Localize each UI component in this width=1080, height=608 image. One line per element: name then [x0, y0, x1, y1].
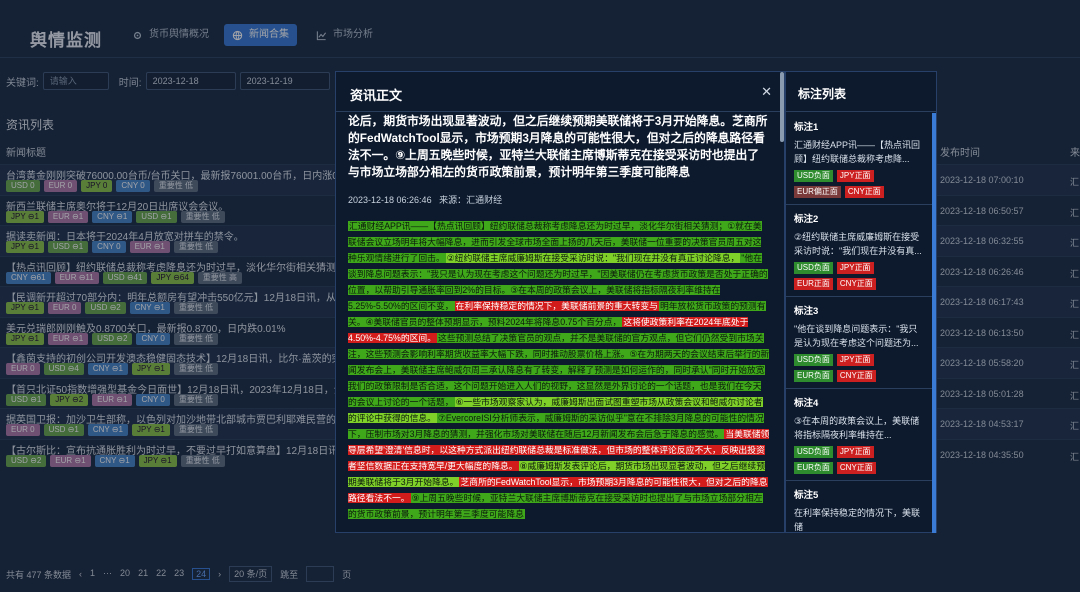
sentiment-chip[interactable]: CNY正面	[836, 462, 876, 474]
annotation-title: 标注列表	[798, 87, 847, 101]
annotation-text: 汇通财经APP讯——【热点讯回顾】纽约联储总裁称考虑降...	[794, 140, 921, 164]
sentiment-chip[interactable]: EUR正面	[794, 278, 833, 290]
app-window: 舆情监测 货币舆情概况 新闻合集 市场分析 关键词: 请输入 时间: 2023-…	[0, 0, 1080, 592]
annotation-panel: 标注列表 标注1 汇通财经APP讯——【热点讯回顾】纽约联储总裁称考虑降... US…	[785, 71, 937, 533]
dialog-body[interactable]: 论后，期货市场出现显著波动，但之后继续预期美联储将于3月开始降息。芝商所的Fed…	[336, 113, 782, 533]
annotation-name: 标注2	[794, 214, 819, 225]
annotation-scrollbar[interactable]	[932, 113, 936, 533]
annotated-segment[interactable]: 在利率保持稳定的情况下，美联储前景的重大转变与	[454, 301, 659, 311]
annotation-name: 标注5	[794, 490, 819, 501]
article-source: 来源：汇通财经	[439, 195, 503, 205]
dialog-scrollbar[interactable]	[780, 72, 784, 492]
sentiment-chip[interactable]: JPY正面	[836, 446, 874, 458]
annotation-text: 在利率保持稳定的情况下，美联储	[794, 508, 921, 532]
annotation-header: 标注列表	[786, 72, 936, 112]
annotation-name: 标注3	[794, 306, 819, 317]
annotation-text: ③在本周的政策会议上，美联储将指标隔夜利率维持在...	[794, 416, 920, 440]
annotation-name: 标注1	[794, 122, 819, 133]
article-meta: 2023-12-18 06:26:46 来源：汇通财经	[348, 193, 770, 206]
sentiment-chip[interactable]: USD负面	[794, 354, 833, 366]
annotation-chips: USD负面 JPY正面 EUR偏正面 CNY正面	[794, 170, 894, 198]
annotated-segment[interactable]: ⑨上周五晚些时候，亚特兰大联储主席博斯蒂克在接受采访时也提出了与市场立场部分相左…	[348, 493, 763, 519]
annotation-card[interactable]: 标注5 在利率保持稳定的情况下，美联储	[786, 481, 934, 533]
annotation-chips: USD负面 JPY正面 EUR正面 CNY正面	[794, 262, 894, 290]
scroll-thumb[interactable]	[780, 72, 784, 142]
sentiment-chip[interactable]: USD负面	[794, 170, 833, 182]
annotated-segment[interactable]: ②纽约联储主席威廉姆斯在接受采访时说："我们现在并没有真正讨论降息，	[445, 253, 741, 263]
dialog-header: 资讯正文 ✕	[336, 72, 784, 112]
dialog-title: 资讯正文	[350, 88, 403, 103]
article-dialog: 资讯正文 ✕ 论后，期货市场出现显著波动，但之后继续预期美联储将于3月开始降息。…	[335, 71, 785, 533]
article-content: 汇通财经APP讯——【热点讯回顾】纽约联储总裁称考虑降息还为时过早，淡化华尔街相…	[348, 218, 770, 522]
sentiment-chip[interactable]: CNY正面	[836, 370, 876, 382]
annotation-chips: USD负面 JPY正面 EUR负面 CNY正面	[794, 446, 894, 474]
sentiment-chip[interactable]: JPY正面	[836, 354, 874, 366]
sentiment-chip[interactable]: JPY正面	[836, 262, 874, 274]
annotation-text: "他在谈到降息问题表示："我只是认为现在考虑这个问题还为...	[794, 324, 919, 348]
sentiment-chip[interactable]: USD负面	[794, 446, 833, 458]
annotation-name: 标注4	[794, 398, 819, 409]
annotation-text: ②纽约联储主席威廉姆斯在接受采访时说："我们现在并没有真...	[794, 232, 922, 256]
annotated-segment[interactable]: 这些预测总结了决策官员的观点，并不是美联储的官方观点，但它们仍然受到市场关注，这…	[348, 333, 770, 407]
scroll-thumb[interactable]	[932, 113, 936, 533]
annotation-card[interactable]: 标注3 "他在谈到降息问题表示："我只是认为现在考虑这个问题还为... USD负面 J…	[786, 297, 934, 389]
annotation-chips: USD负面 JPY正面 EUR负面 CNY正面	[794, 354, 894, 382]
annotation-card[interactable]: 标注1 汇通财经APP讯——【热点讯回顾】纽约联储总裁称考虑降... USD负面 JP…	[786, 113, 934, 205]
sentiment-chip[interactable]: CNY正面	[836, 278, 876, 290]
sentiment-chip[interactable]: JPY正面	[836, 170, 874, 182]
annotation-list: 标注1 汇通财经APP讯——【热点讯回顾】纽约联储总裁称考虑降... USD负面 JP…	[786, 113, 934, 533]
sentiment-chip[interactable]: CNY正面	[844, 186, 884, 198]
sentiment-chip[interactable]: EUR负面	[794, 370, 833, 382]
article-title: 论后，期货市场出现显著波动，但之后继续预期美联储将于3月开始降息。芝商所的Fed…	[348, 114, 768, 179]
sentiment-chip[interactable]: USD负面	[794, 262, 833, 274]
sentiment-chip[interactable]: EUR负面	[794, 462, 833, 474]
annotation-card[interactable]: 标注2 ②纽约联储主席威廉姆斯在接受采访时说："我们现在并没有真... USD负面 J…	[786, 205, 934, 297]
close-icon[interactable]: ✕	[761, 84, 772, 100]
sentiment-chip[interactable]: EUR偏正面	[794, 186, 841, 198]
annotation-card[interactable]: 标注4 ③在本周的政策会议上，美联储将指标隔夜利率维持在... USD负面 JPY正面…	[786, 389, 934, 481]
article-date: 2023-12-18 06:26:46	[348, 195, 432, 205]
